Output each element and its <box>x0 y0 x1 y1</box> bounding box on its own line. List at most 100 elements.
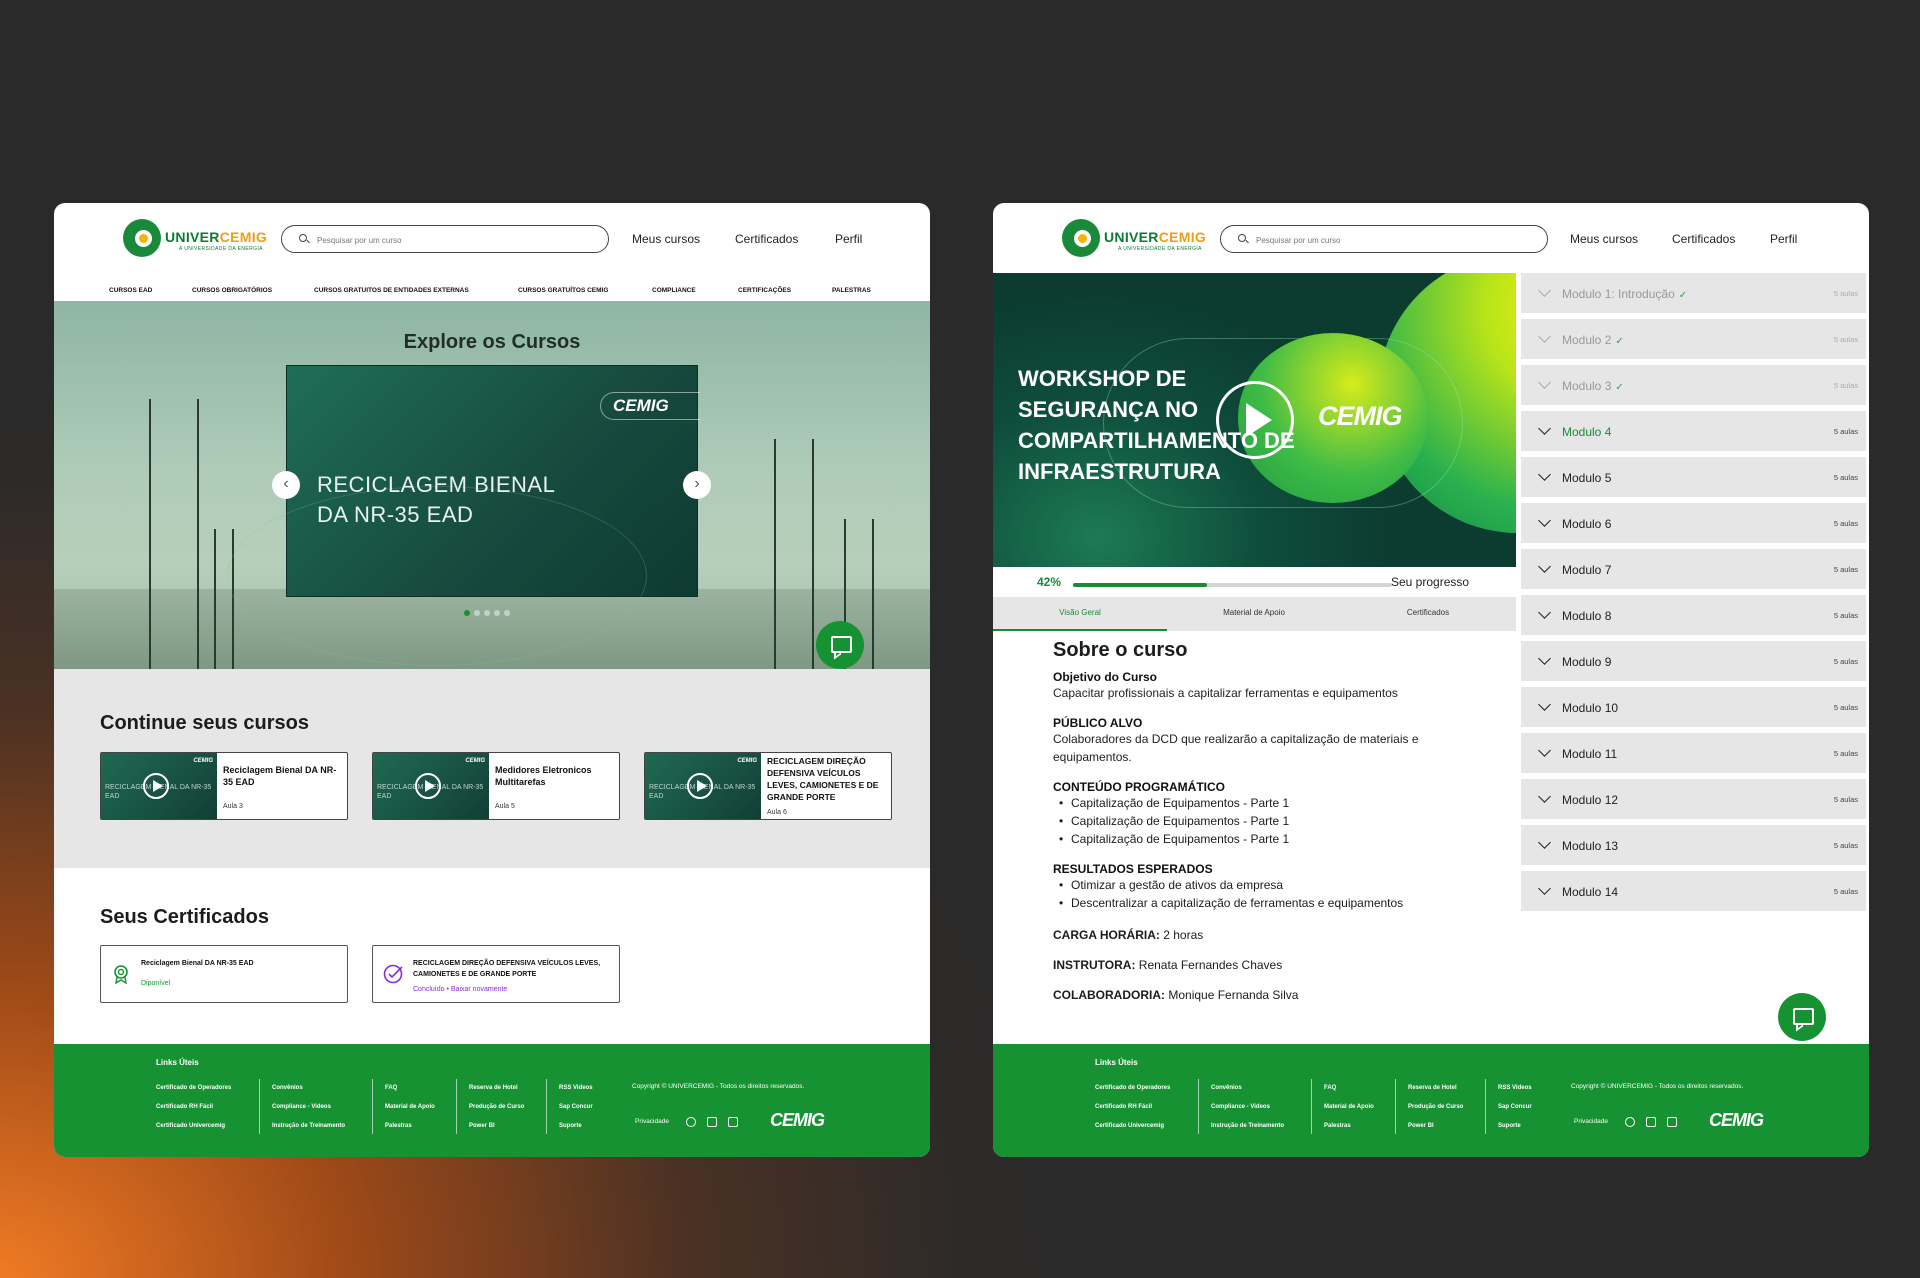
course-tabs: Visão Geral Material de Apoio Certificad… <box>993 597 1516 631</box>
tab-visao-geral[interactable]: Visão Geral <box>993 608 1167 617</box>
footer-link[interactable]: Sap Concur <box>1498 1098 1532 1117</box>
module-name: Modulo 13 <box>1562 839 1619 853</box>
search-input[interactable] <box>317 232 597 248</box>
footer-link[interactable]: Power BI <box>469 1117 524 1136</box>
module-item[interactable]: Modulo 12 5 aulas <box>1521 779 1866 819</box>
category-cursos-ead[interactable]: CURSOS EAD <box>109 287 152 294</box>
footer-link[interactable]: Produção de Curso <box>469 1098 524 1117</box>
module-item[interactable]: Modulo 3 ✓ 5 aulas <box>1521 365 1866 405</box>
module-name: Modulo 10 <box>1562 701 1619 715</box>
module-item[interactable]: Modulo 14 5 aulas <box>1521 871 1866 911</box>
module-item[interactable]: Modulo 4 5 aulas <box>1521 411 1866 451</box>
module-item[interactable]: Modulo 2 ✓ 5 aulas <box>1521 319 1866 359</box>
category-cursos-obrigatorios[interactable]: CURSOS OBRIGATÓRIOS <box>192 287 272 294</box>
continue-course-card[interactable]: CEMIG RECICLAGEM BIENAL DA NR-35 EAD RECI… <box>644 752 892 820</box>
footer-link[interactable]: FAQ <box>385 1079 435 1098</box>
module-item[interactable]: Modulo 6 5 aulas <box>1521 503 1866 543</box>
tab-certificados[interactable]: Certificados <box>1341 608 1515 617</box>
category-entidades-externas[interactable]: CURSOS GRATUITOS DE ENTIDADES EXTERNAS <box>314 287 469 294</box>
check-circle-icon <box>383 964 403 984</box>
nav-perfil[interactable]: Perfil <box>1770 232 1797 246</box>
carousel-dot[interactable] <box>494 610 500 616</box>
category-compliance[interactable]: COMPLIANCE <box>652 287 696 294</box>
footer-link[interactable]: FAQ <box>1324 1079 1374 1098</box>
footer-link[interactable]: Suporte <box>559 1117 593 1136</box>
nav-perfil[interactable]: Perfil <box>835 232 862 246</box>
search-icon <box>299 234 307 242</box>
continue-course-card[interactable]: CEMIG RECICLAGEM BIENAL DA NR-35 EAD Medi… <box>372 752 620 820</box>
play-icon[interactable] <box>1216 381 1294 459</box>
footer-link[interactable]: Produção de Curso <box>1408 1098 1463 1117</box>
carousel-next-button[interactable]: › <box>683 471 711 499</box>
continue-title: Continue seus cursos <box>100 712 309 734</box>
certificate-card[interactable]: Reciclagem Bienal DA NR-35 EAD Diponível <box>100 945 348 1003</box>
search-bar[interactable] <box>1220 225 1548 253</box>
footer-link[interactable]: Certificado Univercemig <box>156 1117 231 1136</box>
carousel-dot[interactable] <box>484 610 490 616</box>
module-item[interactable]: Modulo 7 5 aulas <box>1521 549 1866 589</box>
footer-link[interactable]: RSS Videos <box>1498 1079 1532 1098</box>
nav-certificados[interactable]: Certificados <box>1672 232 1735 246</box>
carousel-prev-button[interactable]: ‹ <box>272 471 300 499</box>
module-item[interactable]: Modulo 8 5 aulas <box>1521 595 1866 635</box>
footer-link[interactable]: Certificado RH Fácil <box>1095 1098 1170 1117</box>
carousel-dots[interactable] <box>464 603 514 621</box>
footer-link[interactable]: Suporte <box>1498 1117 1532 1136</box>
carousel-dot[interactable] <box>464 610 470 616</box>
footer-link[interactable]: Certificado RH Fácil <box>156 1098 231 1117</box>
instagram-icon[interactable] <box>707 1117 717 1127</box>
footer-link[interactable]: Convênios <box>1211 1079 1284 1098</box>
nav-meus-cursos[interactable]: Meus cursos <box>1570 232 1638 246</box>
certificate-card[interactable]: RECICLAGEM DIREÇÃO DEFENSIVA VEÍCULOS LE… <box>372 945 620 1003</box>
course-banner[interactable]: CEMIG RECICLAGEM BIENAL DA NR-35 EAD <box>227 365 700 666</box>
univercemig-logo[interactable]: UNIVERCEMIG A UNIVERSIDADE DA ENERGIA <box>123 219 273 259</box>
linkedin-icon[interactable] <box>728 1117 738 1127</box>
module-item[interactable]: Modulo 1: Introdução ✓ 5 aulas <box>1521 273 1866 313</box>
footer-link[interactable]: Instrução de Treinamento <box>272 1117 345 1136</box>
nav-meus-cursos[interactable]: Meus cursos <box>632 232 700 246</box>
carousel-dot[interactable] <box>504 610 510 616</box>
instagram-icon[interactable] <box>1646 1117 1656 1127</box>
footer-link[interactable]: Certificado de Operadores <box>156 1079 231 1098</box>
footer-title: Links Úteis <box>1095 1058 1138 1067</box>
footer-link[interactable]: Palestras <box>385 1117 435 1136</box>
search-input[interactable] <box>1256 232 1536 248</box>
privacy-link[interactable]: Privacidade <box>635 1118 669 1125</box>
footer-link[interactable]: Material de Apoio <box>385 1098 435 1117</box>
category-certificacoes[interactable]: CERTIFICAÇÕES <box>738 287 791 294</box>
footer-link[interactable]: Reserva de Hotel <box>469 1079 524 1098</box>
footer-link[interactable]: Convênios <box>272 1079 345 1098</box>
module-item[interactable]: Modulo 5 5 aulas <box>1521 457 1866 497</box>
footer-link[interactable]: Material de Apoio <box>1324 1098 1374 1117</box>
globe-icon[interactable] <box>686 1117 696 1127</box>
carousel-dot[interactable] <box>474 610 480 616</box>
category-gratuitos-cemig[interactable]: CURSOS GRATUÍTOS CEMIG <box>518 287 608 294</box>
footer-link[interactable]: Compliance - Videos <box>1211 1098 1284 1117</box>
module-item[interactable]: Modulo 13 5 aulas <box>1521 825 1866 865</box>
continue-course-card[interactable]: CEMIG RECICLAGEM BIENAL DA NR-35 EAD Reci… <box>100 752 348 820</box>
download-again-link[interactable]: Baixar novamente <box>451 986 507 993</box>
footer-link[interactable]: Power BI <box>1408 1117 1463 1136</box>
privacy-link[interactable]: Privacidade <box>1574 1118 1608 1125</box>
module-item[interactable]: Modulo 10 5 aulas <box>1521 687 1866 727</box>
footer-link[interactable]: Compliance - Videos <box>272 1098 345 1117</box>
linkedin-icon[interactable] <box>1667 1117 1677 1127</box>
module-item[interactable]: Modulo 11 5 aulas <box>1521 733 1866 773</box>
footer-link[interactable]: Sap Concur <box>559 1098 593 1117</box>
course-video-player[interactable]: CEMIG WORKSHOP DE SEGURANÇA NO COMPARTIL… <box>993 273 1516 567</box>
category-palestras[interactable]: PALESTRAS <box>832 287 871 294</box>
chat-icon[interactable] <box>1778 993 1826 1041</box>
chat-icon[interactable] <box>816 621 864 669</box>
module-item[interactable]: Modulo 9 5 aulas <box>1521 641 1866 681</box>
footer-link[interactable]: Palestras <box>1324 1117 1374 1136</box>
footer-link[interactable]: Instrução de Treinamento <box>1211 1117 1284 1136</box>
search-bar[interactable] <box>281 225 609 253</box>
footer-link[interactable]: RSS Videos <box>559 1079 593 1098</box>
footer-link[interactable]: Certificado de Operadores <box>1095 1079 1170 1098</box>
nav-certificados[interactable]: Certificados <box>735 232 798 246</box>
tab-material-de-apoio[interactable]: Material de Apoio <box>1167 608 1341 617</box>
footer-link[interactable]: Reserva de Hotel <box>1408 1079 1463 1098</box>
univercemig-logo[interactable]: UNIVERCEMIG A UNIVERSIDADE DA ENERGIA <box>1062 219 1212 259</box>
globe-icon[interactable] <box>1625 1117 1635 1127</box>
footer-link[interactable]: Certificado Univercemig <box>1095 1117 1170 1136</box>
